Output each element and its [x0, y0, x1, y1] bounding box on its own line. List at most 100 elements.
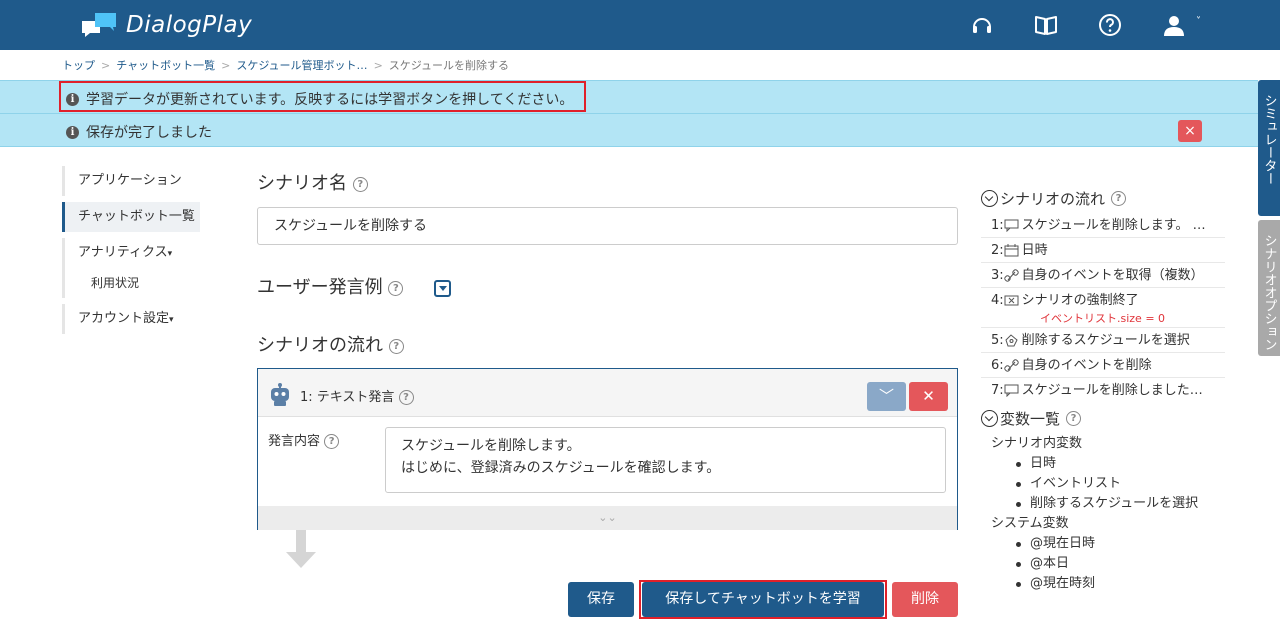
nav-usage[interactable]: 利用状況 — [62, 268, 222, 298]
flow-item-num: 7: — [991, 383, 1004, 398]
card-title-label: 1: テキスト発言 — [300, 390, 395, 405]
help-icon[interactable]: ? — [1111, 190, 1127, 206]
flow-item[interactable]: 6: 自身のイベントを削除 — [981, 353, 1225, 378]
nav-account-label: アカウント設定 — [78, 311, 170, 326]
user-icon[interactable] — [1162, 13, 1186, 37]
flow-item-text: 日時 — [1021, 242, 1048, 258]
scenario-name-input[interactable]: スケジュールを削除する — [257, 207, 958, 245]
help-icon[interactable]: ? — [324, 434, 340, 449]
flow-item[interactable]: 3: 自身のイベントを取得（複数） — [981, 263, 1225, 288]
help-icon[interactable]: ? — [388, 280, 404, 296]
breadcrumb-separator: > — [101, 59, 111, 72]
var-item: @現在時刻 — [981, 574, 1225, 594]
system-vars-title: システム変数 — [991, 516, 1069, 531]
flow-item-text: スケジュールを削除しました… — [1021, 383, 1203, 398]
utterance-textarea[interactable]: スケジュールを削除します。 はじめに、登録済みのスケジュールを確認します。 — [385, 427, 946, 493]
close-alert-button[interactable]: × — [1178, 120, 1202, 142]
link-icon — [1003, 358, 1019, 372]
scenario-option-tab[interactable]: シナリオオプション — [1258, 220, 1280, 356]
terminate-icon — [1004, 295, 1019, 306]
card-title: 1: テキスト発言 ? — [300, 386, 414, 405]
save-alert-message: 保存が完了しました — [86, 125, 212, 141]
nav-chatbot-list[interactable]: チャットボット一覧 — [62, 202, 200, 232]
speech-bubble-icon — [1004, 384, 1019, 397]
help-icon[interactable]: ? — [398, 390, 414, 405]
vars-list: シナリオ内変数 日時 イベントリスト 削除するスケジュールを選択 システム変数 … — [981, 434, 1225, 594]
flow-item[interactable]: 5: 削除するスケジュールを選択 — [981, 328, 1225, 353]
speech-bubble-icon — [1004, 219, 1019, 232]
logo-icon — [82, 13, 116, 37]
expand-footer[interactable]: ⌄⌄ — [258, 506, 957, 530]
scenario-name-title: シナリオ名 ? — [257, 169, 368, 195]
simulator-tab[interactable]: シミュレーター — [1258, 80, 1280, 216]
var-item: イベントリスト — [981, 474, 1225, 494]
nav-account-settings[interactable]: アカウント設定▾ — [62, 304, 222, 334]
help-icon[interactable]: ? — [1066, 410, 1082, 426]
nav-analytics-label: アナリティクス — [78, 245, 168, 260]
left-nav: アプリケーション チャットボット一覧 アナリティクス▾ 利用状況 アカウント設定… — [62, 166, 222, 334]
flow-item-text: スケジュールを削除します。 … — [1021, 217, 1206, 233]
flow-item[interactable]: 1: スケジュールを削除します。 … — [981, 213, 1225, 238]
var-item-text: @現在日時 — [1030, 536, 1096, 551]
flow-item-num: 5: — [991, 332, 1004, 348]
save-button[interactable]: 保存 — [568, 582, 634, 617]
help-icon[interactable]: ? — [352, 176, 368, 192]
var-item-text: 削除するスケジュールを選択 — [1030, 496, 1199, 511]
flow-item-num: 3: — [991, 267, 1004, 283]
flow-item[interactable]: 2: 日時 — [981, 238, 1225, 263]
flow-item[interactable]: 4: シナリオの強制終了 イベントリスト.size = 0 — [981, 288, 1225, 328]
var-item: 削除するスケジュールを選択 — [981, 494, 1225, 514]
select-icon — [1005, 333, 1018, 346]
breadcrumb-bot[interactable]: スケジュール管理ボット… — [236, 59, 367, 72]
help-icon[interactable]: ? — [388, 338, 404, 354]
right-flow-header[interactable]: シナリオの流れ ? — [981, 185, 1225, 211]
flow-item-text: 削除するスケジュールを選択 — [1021, 332, 1190, 348]
book-icon[interactable] — [1034, 13, 1058, 37]
flow-item-num: 1: — [991, 217, 1004, 233]
flow-item-line: 4: シナリオの強制終了 — [991, 288, 1139, 313]
breadcrumb-current: スケジュールを削除する — [388, 59, 510, 72]
delete-button[interactable]: 削除 — [892, 582, 958, 617]
utterance-label-wrap: 発言内容 ? — [268, 430, 340, 449]
right-vars-panel: 変数一覧 ? シナリオ内変数 日時 イベントリスト 削除するスケジュールを選択 … — [981, 405, 1225, 594]
nav-application[interactable]: アプリケーション — [62, 166, 222, 196]
flow-item[interactable]: 7: スケジュールを削除しました… — [981, 378, 1225, 403]
app-name: DialogPlay — [126, 12, 253, 38]
flow-label: シナリオの流れ — [257, 335, 383, 356]
highlight-box — [59, 81, 586, 112]
var-item-text: @本日 — [1030, 556, 1070, 571]
breadcrumb-top[interactable]: トップ — [62, 59, 95, 72]
headset-icon[interactable] — [970, 13, 994, 37]
breadcrumb-chatbot-list[interactable]: チャットボット一覧 — [116, 59, 215, 72]
flow-item-text: 自身のイベントを取得（複数） — [1021, 267, 1204, 283]
var-item-text: イベントリスト — [1030, 476, 1122, 491]
var-item-text: @現在時刻 — [1030, 576, 1096, 591]
user-menu-caret[interactable]: ˅ — [1196, 16, 1201, 27]
var-item-text: 日時 — [1030, 456, 1057, 471]
calendar-icon — [1004, 243, 1019, 256]
help-icon[interactable] — [1098, 13, 1122, 37]
vars-title: 変数一覧 — [1000, 409, 1061, 428]
logo[interactable]: DialogPlay — [82, 12, 252, 38]
vars-header[interactable]: 変数一覧 ? — [981, 405, 1225, 431]
delete-step-button[interactable]: ✕ — [909, 382, 948, 411]
save-alert: i 保存が完了しました × — [0, 113, 1258, 147]
user-examples-label: ユーザー発言例 — [257, 277, 383, 298]
nav-analytics[interactable]: アナリティクス▾ — [62, 238, 222, 268]
user-examples-title: ユーザー発言例 ? — [257, 273, 452, 299]
flow-item-num: 2: — [991, 242, 1004, 258]
utterance-label: 発言内容 — [268, 434, 321, 449]
chevron-circle-icon — [981, 409, 998, 427]
flow-title: シナリオの流れ ? — [257, 331, 404, 357]
var-item: @現在日時 — [981, 534, 1225, 554]
right-flow-panel: シナリオの流れ ? 1: スケジュールを削除します。 … 2: 日時 3: 自身… — [981, 185, 1225, 403]
expand-toggle-icon[interactable] — [434, 279, 452, 297]
var-item: @本日 — [981, 554, 1225, 574]
card-header: 1: テキスト発言 ? ﹀ ✕ — [258, 369, 957, 417]
collapse-button[interactable]: ﹀ — [867, 382, 906, 411]
caret-down-icon: ▾ — [169, 315, 174, 325]
flow-item-num: 4: — [991, 293, 1004, 308]
breadcrumb-separator: > — [221, 59, 231, 72]
highlight-box — [639, 580, 887, 619]
breadcrumb: トップ > チャットボット一覧 > スケジュール管理ボット… > スケジュールを削除する — [62, 57, 509, 73]
